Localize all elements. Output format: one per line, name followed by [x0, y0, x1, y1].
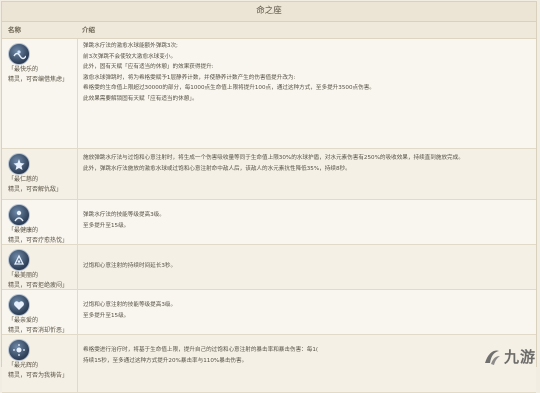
constellation-description: 过饱和心意注射的持续时间延长3秒。	[78, 245, 536, 289]
constellation-row: 「最亲爱的精灵，可否消却忻恶」过饱和心意注射的技能等级提高3级。至多提升至15级…	[2, 290, 536, 335]
constellation-name-cell: 「最仁慈的精灵，可否解仇敌」	[2, 149, 78, 199]
spirit-beauty-icon	[8, 249, 30, 271]
panel-title: 命之座	[2, 2, 536, 22]
spirit-heal-icon	[8, 153, 30, 175]
watermark-text: 九游	[504, 346, 536, 367]
constellation-name-cell: 「最光辉的精灵，可否为我祷告」	[2, 335, 78, 392]
constellation-description: 希格雯进行治疗时，将基于生命值上限，提升自己的过饱和心意注射的暴击率和暴击伤害：…	[78, 335, 536, 392]
spirit-dear-icon	[8, 294, 30, 316]
description-line: 至多提升至15级。	[83, 221, 532, 232]
description-line: 此外，弹跳水疗法施放的激愈水球或过饱和心意注射命中敌人后，该敌人的水元素抗性降低…	[83, 164, 532, 175]
description-line: 此效果需要解锁固有天赋「应有适当的休憩」。	[83, 94, 532, 105]
description-line: 激愈水球弹跳时，将为希格雯赋予1层静养计数，并使静养计数产生的伤害值提升改为:	[83, 73, 532, 84]
table-header: 名称 介绍	[2, 22, 536, 39]
constellation-table-body: 「最快乐的精灵，可否编借焦虑」弹跳水疗法的激愈水球能额外弹跳3次;前3次弹跳不会…	[2, 39, 536, 393]
description-line: 施放弹跳水疗法与过饱和心意注射时，将生成一个伤害吸收量等同于生命值上限30%的水…	[83, 153, 532, 164]
column-header-name: 名称	[2, 22, 78, 38]
spirit-health-icon	[8, 204, 30, 226]
description-line: 弹跳水疗法的激愈水球能额外弹跳3次;	[83, 41, 532, 52]
constellation-description: 过饱和心意注射的技能等级提高3级。至多提升至15级。	[78, 290, 536, 334]
description-line: 希格雯的生命值上限超过30000的部分，每1000点生命值上限将提升100点，通…	[83, 83, 532, 94]
constellation-name-cell: 「最亲爱的精灵，可否消却忻恶」	[2, 290, 78, 334]
spirit-wave-icon	[8, 43, 30, 65]
description-line: 希格雯进行治疗时，将基于生命值上限，提升自己的过饱和心意注射的暴击率和暴击伤害：…	[83, 345, 532, 356]
constellation-description: 弹跳水疗法的技能等级提高3级。至多提升至15级。	[78, 200, 536, 244]
description-line: 至多提升至15级。	[83, 311, 532, 322]
description-line: 此外，固有天赋「应有适当的休憩」的效果获得提升:	[83, 62, 532, 73]
description-line: 弹跳水疗法的技能等级提高3级。	[83, 210, 532, 221]
constellation-row: 「最快乐的精灵，可否编借焦虑」弹跳水疗法的激愈水球能额外弹跳3次;前3次弹跳不会…	[2, 39, 536, 149]
description-line: 持续15秒，至多通过这种方式提升20%暴击率与110%暴击伤害。	[83, 356, 532, 367]
constellation-name-head: 「最美丽的	[8, 271, 52, 281]
constellation-name-tail: 精灵，可否为我祷告」	[8, 371, 74, 381]
constellation-name-head: 「最健康的	[8, 226, 52, 236]
constellation-name-head: 「最仁慈的	[8, 175, 52, 185]
jiuyou-logo-icon	[482, 347, 502, 367]
constellation-name-tail: 精灵，可否编借焦虑」	[8, 75, 74, 85]
description-line: 过饱和心意注射的持续时间延长3秒。	[83, 261, 532, 272]
constellation-name-cell: 「最美丽的精灵，可否拒绝疲闷」	[2, 245, 78, 289]
constellation-row: 「最光辉的精灵，可否为我祷告」希格雯进行治疗时，将基于生命值上限，提升自己的过饱…	[2, 335, 536, 393]
constellation-name-tail: 精灵，可否解仇敌」	[8, 185, 74, 195]
site-watermark: 九游	[482, 346, 536, 367]
constellation-row: 「最美丽的精灵，可否拒绝疲闷」过饱和心意注射的持续时间延长3秒。	[2, 245, 536, 290]
description-line: 前3次弹跳不会使较大激愈水球变小。	[83, 52, 532, 63]
column-header-description: 介绍	[78, 22, 536, 38]
constellation-description: 弹跳水疗法的激愈水球能额外弹跳3次;前3次弹跳不会使较大激愈水球变小。此外，固有…	[78, 39, 536, 148]
constellation-name-cell: 「最健康的精灵，可否疗愈热忱」	[2, 200, 78, 244]
constellation-panel: 命之座 名称 介绍 「最快乐的精灵，可否编借焦虑」弹跳水疗法的激愈水球能额外弹跳…	[1, 1, 537, 367]
constellation-row: 「最仁慈的精灵，可否解仇敌」施放弹跳水疗法与过饱和心意注射时，将生成一个伤害吸收…	[2, 149, 536, 200]
constellation-description: 施放弹跳水疗法与过饱和心意注射时，将生成一个伤害吸收量等同于生命值上限30%的水…	[78, 149, 536, 199]
constellation-row: 「最健康的精灵，可否疗愈热忱」弹跳水疗法的技能等级提高3级。至多提升至15级。	[2, 200, 536, 245]
constellation-name-head: 「最快乐的	[8, 65, 52, 75]
constellation-name-head: 「最光辉的	[8, 361, 52, 371]
constellation-name-head: 「最亲爱的	[8, 316, 52, 326]
description-line: 过饱和心意注射的技能等级提高3级。	[83, 300, 532, 311]
spirit-radiant-icon	[8, 339, 30, 361]
constellation-name-cell: 「最快乐的精灵，可否编借焦虑」	[2, 39, 78, 148]
